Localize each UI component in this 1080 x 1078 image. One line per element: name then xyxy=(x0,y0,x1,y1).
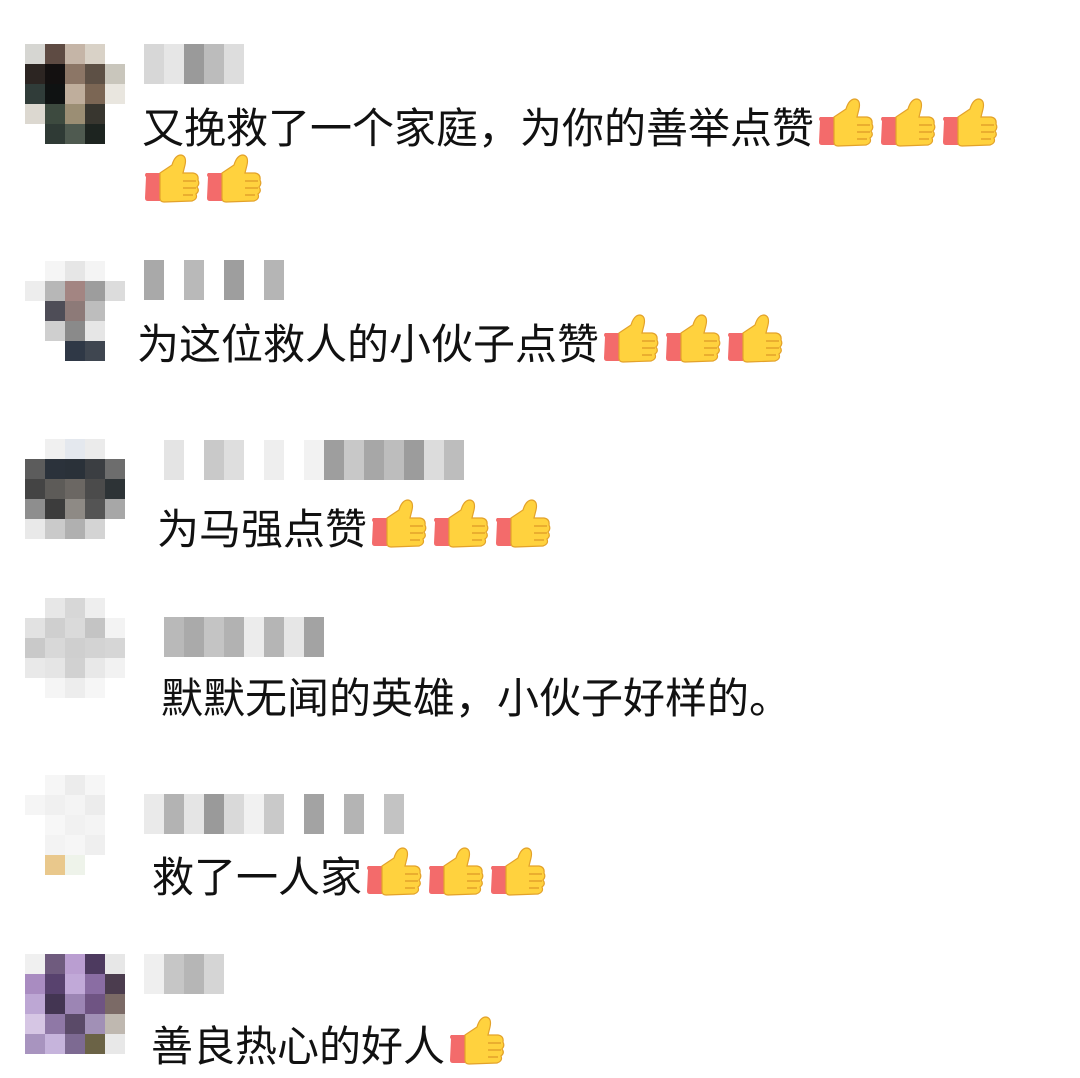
thumbs-group xyxy=(814,98,1000,153)
thumbs-up-icon xyxy=(204,151,264,207)
thumbs-up-icon xyxy=(369,496,429,552)
comment-text-content: 为这位救人的小伙子点赞 xyxy=(137,320,600,369)
username-blurred[interactable] xyxy=(164,617,324,657)
comment-text-line2 xyxy=(140,151,264,216)
thumbs-group xyxy=(140,154,264,209)
thumbs-up-icon xyxy=(940,95,1000,151)
comment-text: 默默无闻的英雄，小伙子好样的。 xyxy=(161,668,791,730)
comment-text: 为马强点赞 xyxy=(157,496,553,561)
thumbs-up-icon xyxy=(364,844,424,900)
avatar[interactable] xyxy=(25,44,125,144)
comment-text-content: 善良热心的好人 xyxy=(151,1022,446,1071)
avatar[interactable] xyxy=(25,954,125,1054)
comment-text: 善良热心的好人 xyxy=(151,1013,507,1078)
comment-text: 又挽救了一个家庭，为你的善举点赞 xyxy=(142,95,1000,160)
thumbs-group xyxy=(362,847,548,902)
avatar[interactable] xyxy=(25,439,125,539)
thumbs-up-icon xyxy=(142,151,202,207)
comment-text: 救了一人家 xyxy=(152,844,548,909)
avatar[interactable] xyxy=(25,598,125,698)
comment-text-content: 救了一人家 xyxy=(152,853,363,902)
thumbs-up-icon xyxy=(493,496,553,552)
username-blurred[interactable] xyxy=(164,440,504,480)
thumbs-group xyxy=(367,499,553,554)
thumbs-up-icon xyxy=(426,844,486,900)
thumbs-up-icon xyxy=(663,311,723,367)
thumbs-group xyxy=(599,314,785,369)
thumbs-up-icon xyxy=(878,95,938,151)
comment-text-content: 为马强点赞 xyxy=(157,505,368,554)
thumbs-up-icon xyxy=(601,311,661,367)
avatar[interactable] xyxy=(25,775,125,875)
thumbs-up-icon xyxy=(488,844,548,900)
username-blurred[interactable] xyxy=(144,794,404,834)
thumbs-group xyxy=(445,1016,507,1071)
comment-text-content: 又挽救了一个家庭，为你的善举点赞 xyxy=(142,104,815,153)
username-blurred[interactable] xyxy=(144,954,224,994)
thumbs-up-icon xyxy=(816,95,876,151)
comment-text-content: 默默无闻的英雄，小伙子好样的。 xyxy=(161,674,792,723)
username-blurred[interactable] xyxy=(144,44,244,84)
avatar[interactable] xyxy=(25,261,125,361)
username-blurred[interactable] xyxy=(144,260,284,300)
thumbs-up-icon xyxy=(447,1013,507,1069)
thumbs-up-icon xyxy=(725,311,785,367)
comment-text: 为这位救人的小伙子点赞 xyxy=(137,311,785,376)
thumbs-up-icon xyxy=(431,496,491,552)
